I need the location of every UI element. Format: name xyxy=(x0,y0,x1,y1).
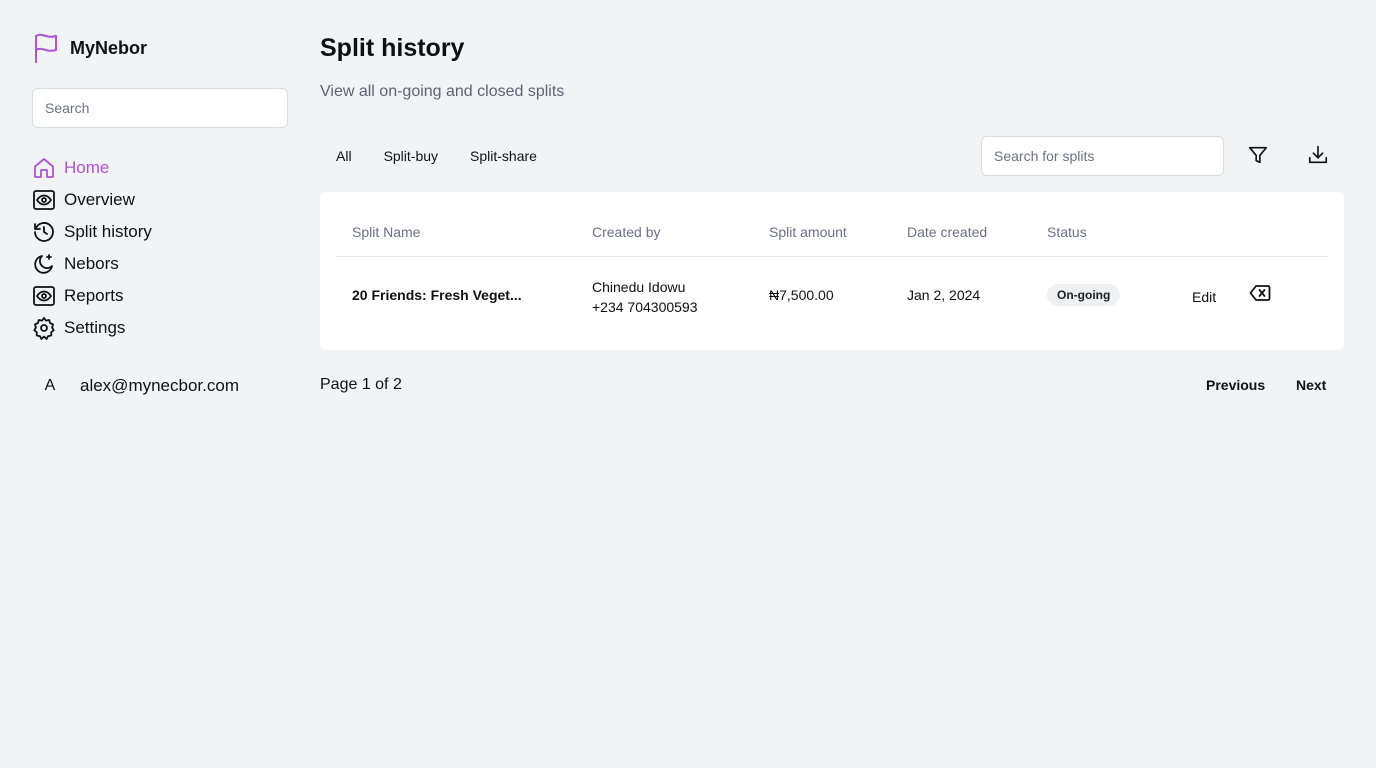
sidebar-item-label: Reports xyxy=(64,286,124,305)
sidebar-item-label: Settings xyxy=(64,318,126,337)
user-email: alex@mynecbor.com xyxy=(80,376,239,395)
column-header-split-name[interactable]: Split Name xyxy=(352,224,420,240)
page-subtitle: View all on-going and closed splits xyxy=(320,83,565,100)
creator: Chinedu Idowu +234 704300593 xyxy=(592,277,698,317)
sidebar-item-label: Split history xyxy=(64,222,152,241)
sidebar-item-label: Nebors xyxy=(64,254,119,273)
table-header: Split Name Created by Split amount Date … xyxy=(336,212,1328,257)
sidebar-item-reports[interactable]: Reports xyxy=(32,280,288,312)
previous-button[interactable]: Previous xyxy=(1206,377,1265,393)
history-icon xyxy=(32,220,56,244)
column-header-created-by[interactable]: Created by xyxy=(592,224,660,240)
sidebar: MyNebor Home Overview Split history Ne xyxy=(32,30,288,398)
tab-all[interactable]: All xyxy=(320,148,368,164)
creator-phone: +234 704300593 xyxy=(592,299,698,315)
filter-tabs: All Split-buy Split-share xyxy=(320,136,553,176)
creator-name: Chinedu Idowu xyxy=(592,279,686,295)
column-header-split-amount[interactable]: Split amount xyxy=(769,224,847,240)
table-row[interactable]: 20 Friends: Fresh Veget... Chinedu Idowu… xyxy=(336,257,1328,333)
status-badge: On-going xyxy=(1047,284,1121,306)
download-button[interactable] xyxy=(1306,144,1330,168)
backspace-delete-icon xyxy=(1249,284,1271,305)
tab-split-buy[interactable]: Split-buy xyxy=(368,148,454,164)
eye-icon xyxy=(32,188,56,212)
tab-split-share[interactable]: Split-share xyxy=(454,148,553,164)
date-created: Jan 2, 2024 xyxy=(907,287,981,303)
flag-icon xyxy=(32,31,62,65)
sidebar-item-nebors[interactable]: Nebors xyxy=(32,248,288,280)
sidebar-nav: Home Overview Split history Nebors Repor… xyxy=(32,152,288,344)
filter-icon xyxy=(1247,144,1269,169)
split-amount: ₦7,500.00 xyxy=(769,287,834,303)
edit-button[interactable]: Edit xyxy=(1192,289,1216,305)
sidebar-item-split-history[interactable]: Split history xyxy=(32,216,288,248)
brand[interactable]: MyNebor xyxy=(32,30,288,66)
sidebar-item-overview[interactable]: Overview xyxy=(32,184,288,216)
sidebar-item-label: Home xyxy=(64,158,110,177)
page-title: Split history xyxy=(320,34,465,62)
sidebar-item-settings[interactable]: Settings xyxy=(32,312,288,344)
sidebar-item-label: Overview xyxy=(64,190,135,209)
moon-icon xyxy=(32,252,56,276)
column-header-status[interactable]: Status xyxy=(1047,224,1087,240)
filter-button[interactable] xyxy=(1246,144,1270,168)
page-info: Page 1 of 2 xyxy=(320,376,402,393)
column-header-date-created[interactable]: Date created xyxy=(907,224,987,240)
pagination: Page 1 of 2 Previous Next xyxy=(320,376,1344,396)
toolbar: All Split-buy Split-share xyxy=(320,136,1344,176)
brand-name: MyNebor xyxy=(70,37,148,58)
next-button[interactable]: Next xyxy=(1296,377,1326,393)
sidebar-search-input[interactable] xyxy=(32,88,288,128)
main-content: Split history View all on-going and clos… xyxy=(320,32,1344,393)
split-name: 20 Friends: Fresh Veget... xyxy=(352,287,522,303)
user-account[interactable]: A alex@mynecbor.com xyxy=(32,374,288,398)
avatar: A xyxy=(44,377,56,394)
home-icon xyxy=(32,156,56,180)
delete-button[interactable] xyxy=(1249,283,1271,305)
eye-icon xyxy=(32,284,56,308)
split-search-input[interactable] xyxy=(981,136,1224,176)
splits-table: Split Name Created by Split amount Date … xyxy=(320,192,1344,350)
gear-icon xyxy=(32,316,56,340)
sidebar-item-home[interactable]: Home xyxy=(32,152,288,184)
download-icon xyxy=(1307,144,1329,169)
